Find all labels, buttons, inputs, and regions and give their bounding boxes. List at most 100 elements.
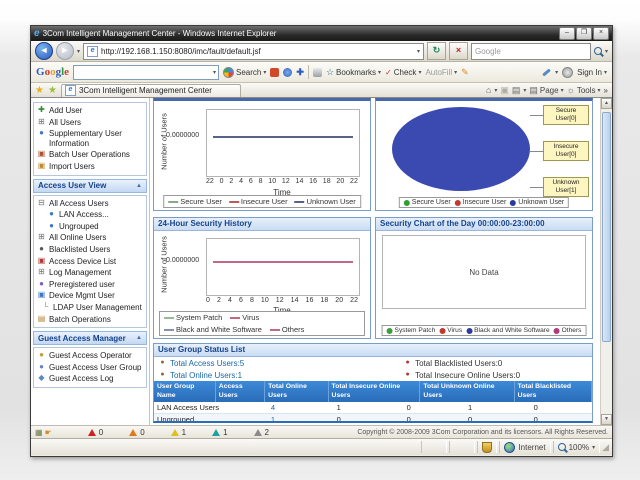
table-header-cell[interactable]: Access Users [216,381,265,402]
settings-dropdown-icon[interactable]: ▾ [555,69,558,76]
sidebar-item[interactable]: ● LAN Access... [45,209,145,221]
add-favorite-icon[interactable]: ★ [48,85,57,96]
spellcheck-button[interactable]: ✓ Check ▾ [385,68,421,77]
access-user-view-header[interactable]: Access User View ▲ [33,179,147,193]
search-options-dropdown-icon[interactable]: ▾ [605,48,608,55]
cell-access-users[interactable]: 4 [268,403,334,412]
stop-button[interactable]: × [449,42,468,60]
google-toolbar-search-input[interactable]: ▾ [73,65,219,80]
collapse-arrow-icon[interactable]: ▲ [136,335,142,341]
table-row[interactable]: Ungrouped 1 0 0 0 0 [154,414,592,423]
tab-strip: ★ ★ e 3Com Intelligent Management Center… [31,83,612,98]
add-gadget-plus-icon[interactable]: ✚ [296,67,304,78]
zoom-dropdown-icon[interactable]: ▾ [592,444,595,451]
resize-grip-icon[interactable]: ◢ [602,442,609,453]
sidebar-item[interactable]: ● Preregistered user [35,279,145,291]
check-dropdown-icon[interactable]: ▾ [418,69,421,76]
refresh-button[interactable]: ↻ [427,42,446,60]
scroll-down-arrow[interactable]: ▼ [601,414,612,425]
address-dropdown-icon[interactable]: ▾ [417,48,420,55]
autofill-dropdown-icon[interactable]: ▾ [454,69,457,76]
google-search-button[interactable]: Search ▾ [223,67,266,78]
google-search-dropdown-icon[interactable]: ▾ [213,69,216,76]
search-input[interactable]: Google [471,43,591,60]
table-header-cell[interactable]: Total Unknown Online Users [420,381,514,402]
sidebar-item[interactable]: ● Guest Access User Group [35,362,145,374]
bookmarks-button[interactable]: ☆ Bookmarks ▾ [326,67,381,78]
toolbar-overflow-chevron[interactable]: » [604,86,608,95]
history-dropdown-icon[interactable]: ▾ [77,48,80,55]
sidebar-item[interactable]: ● Blacklisted Users [35,244,145,256]
sidebar-item[interactable]: ⊞ All Users [35,117,145,129]
table-row[interactable]: LAN Access Users 4 1 0 1 0 [154,402,592,414]
sidebar-item[interactable]: ▣ Access Device List [35,256,145,268]
alarm-severity-item[interactable]: 0 [129,428,144,437]
search-magnifier-icon[interactable] [594,47,602,55]
favorites-star-icon[interactable]: ★ [35,85,44,96]
sidebar-item[interactable]: ▣ Batch User Operations [35,149,145,161]
minimize-button[interactable]: – [559,27,575,40]
guest-access-manager-header[interactable]: Guest Access Manager ▲ [33,331,147,345]
sidebar-item-icon: ● [37,245,46,254]
alarm-browse-icon[interactable]: ▦ [35,428,43,437]
table-header-cell[interactable]: Total Blacklisted Users [515,381,592,402]
summary-text: Total Blacklisted Users:0 [415,359,502,368]
table-header-cell[interactable]: Total Insecure Online Users [329,381,421,402]
tools-dropdown-icon[interactable]: ▾ [598,87,601,94]
highlighter-pen-icon[interactable]: ✎ [461,67,469,78]
sidebar-item[interactable]: ◆ Guest Access Log [35,373,145,385]
table-header-cell[interactable]: User Group Name [154,381,216,402]
scroll-up-arrow[interactable]: ▲ [601,98,612,109]
zoom-pane[interactable]: 100% ▾ [553,441,600,453]
signin-dropdown-icon[interactable]: ▾ [604,69,607,76]
window-titlebar[interactable]: e 3Com Intelligent Management Center - W… [31,26,612,41]
sidebar-item[interactable]: ▤ Batch Operations [35,314,145,326]
alarm-severity-item[interactable]: 0 [88,428,103,437]
sidebar-item[interactable]: ⊞ Log Management [35,267,145,279]
send-to-icon[interactable] [270,68,279,77]
sidebar-item[interactable]: ● Ungrouped [45,221,145,233]
address-input[interactable]: e http://192.168.1.150:8080/imc/fault/de… [83,43,424,60]
alarm-count: 0 [99,428,103,437]
sidebar-item[interactable]: ● Supplementary User Information [35,128,145,149]
sidebar-item[interactable]: ⊞ All Online Users [35,232,145,244]
cell-access-users[interactable]: 1 [268,415,334,423]
signin-button[interactable]: Sign In ▾ [577,68,607,77]
feeds-icon[interactable]: ▣ [500,85,509,96]
tools-menu-button[interactable]: ☼ Tools ▾ [567,85,601,95]
collapse-arrow-icon[interactable]: ▲ [136,183,142,189]
bookmarks-dropdown-icon[interactable]: ▾ [378,69,381,76]
alarm-severity-item[interactable]: 2 [254,428,269,437]
home-dropdown-icon[interactable]: ▾ [494,87,497,94]
alarm-severity-item[interactable]: 1 [171,428,186,437]
sidebar-item[interactable]: ▣ Device Mgmt User [35,290,145,302]
forward-button[interactable]: ► [56,42,74,60]
home-icon[interactable]: ⌂ [486,85,491,95]
alarm-count: 0 [140,428,144,437]
browser-tab[interactable]: e 3Com Intelligent Management Center [61,84,241,97]
alarm-pointer-icon[interactable]: ☛ [45,428,52,437]
restore-button[interactable]: ❐ [576,27,592,40]
close-button[interactable]: × [593,27,609,40]
vertical-scrollbar[interactable]: ▲ ▼ [600,98,612,425]
alarm-severity-item[interactable]: 1 [212,428,227,437]
search-button-dropdown-icon[interactable]: ▾ [263,69,266,76]
sidebar-item[interactable]: └ LDAP User Management [39,302,145,314]
page-menu-button[interactable]: ▤ Page ▾ [529,85,563,96]
sidebar-item[interactable]: ⊟ All Access Users [35,198,145,210]
sidebar-item[interactable]: ▣ Import Users [35,161,145,173]
autofill-button[interactable]: AutoFill ▾ [425,68,457,77]
sidebar-item[interactable]: ✚ Add User [35,105,145,117]
sidebar-item[interactable]: ● Guest Access Operator [35,350,145,362]
table-header-cell[interactable]: Total Online Users [265,381,328,402]
back-button[interactable]: ◄ [35,42,53,60]
toolbar-settings-wrench-icon[interactable] [542,68,551,76]
print-page-icon[interactable]: ▤ [512,85,521,96]
print-icon[interactable] [313,68,322,77]
browser-globe-icon[interactable] [283,68,292,77]
page-dropdown-icon[interactable]: ▾ [561,87,564,94]
scrollbar-thumb[interactable] [602,112,611,342]
cell-unknown-online: 1 [465,403,531,412]
sidebar-item-label: Preregistered user [49,280,115,290]
print-dropdown-icon[interactable]: ▾ [523,87,526,94]
